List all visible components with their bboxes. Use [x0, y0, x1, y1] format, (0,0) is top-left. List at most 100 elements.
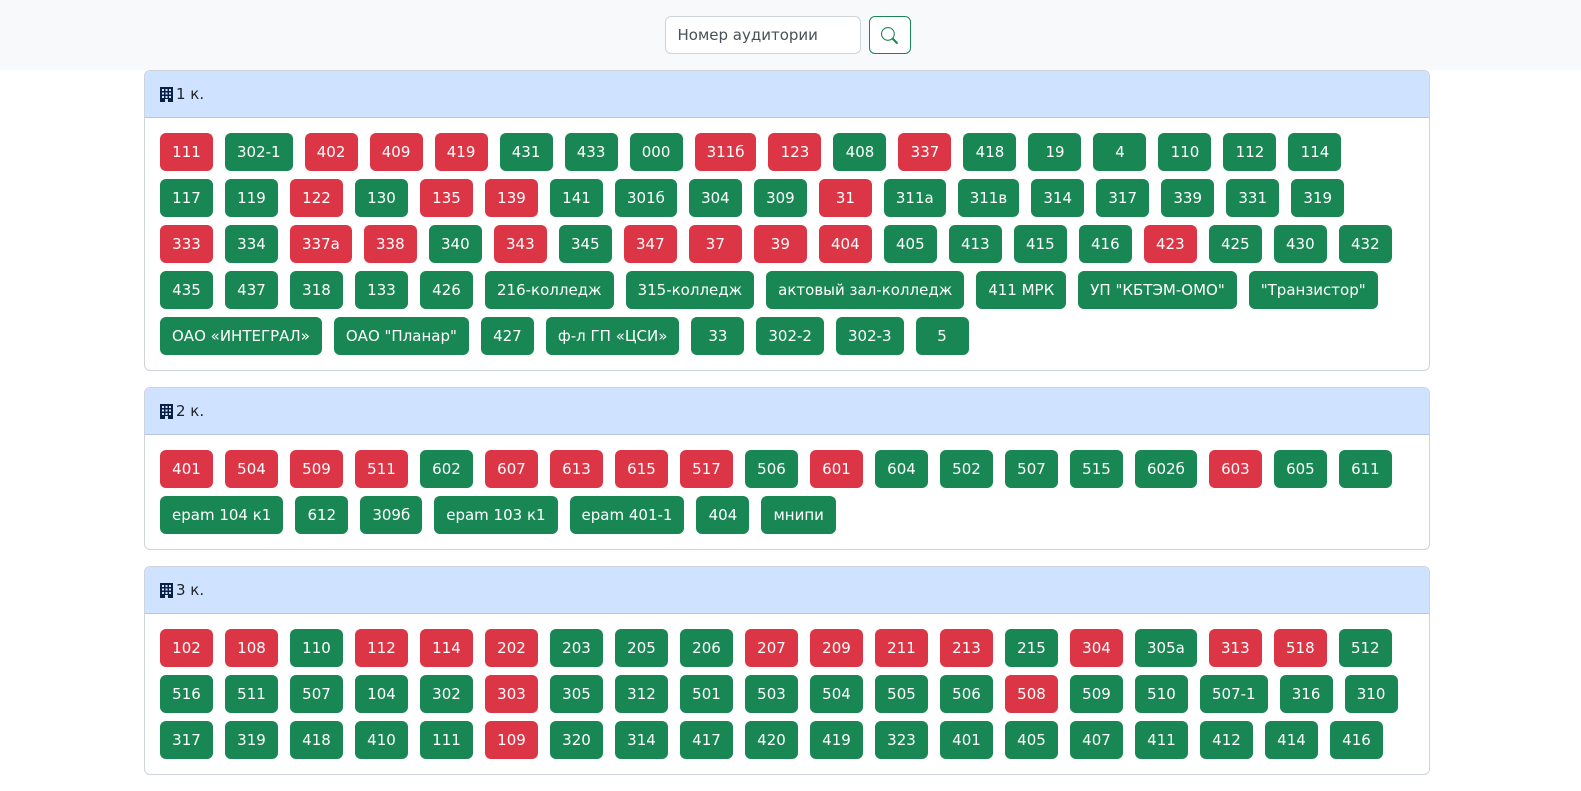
room-button[interactable]: 310: [1344, 675, 1398, 713]
room-button[interactable]: 311б: [694, 133, 757, 171]
room-button[interactable]: 109: [485, 721, 538, 759]
room-button[interactable]: 39: [753, 225, 807, 263]
room-button[interactable]: 414: [1265, 721, 1318, 759]
room-button[interactable]: 203: [550, 629, 603, 667]
room-button[interactable]: 304: [688, 179, 742, 217]
room-button[interactable]: 407: [1070, 721, 1123, 759]
room-button[interactable]: 612: [295, 496, 349, 534]
room-button[interactable]: 305: [550, 675, 603, 713]
room-button[interactable]: 114: [420, 629, 473, 667]
room-button[interactable]: 139: [485, 179, 538, 217]
room-button[interactable]: 430: [1273, 225, 1327, 263]
room-button[interactable]: 209: [810, 629, 863, 667]
room-button[interactable]: 433: [564, 133, 618, 171]
room-button[interactable]: 213: [940, 629, 993, 667]
room-button[interactable]: актовый зал-колледж: [766, 271, 965, 309]
room-button[interactable]: 615: [615, 450, 668, 488]
room-button[interactable]: 401: [940, 721, 993, 759]
room-button[interactable]: 426: [420, 271, 473, 309]
room-button[interactable]: 141: [550, 179, 603, 217]
room-button[interactable]: epam 401-1: [569, 496, 685, 534]
room-button[interactable]: 504: [810, 675, 863, 713]
room-button[interactable]: 419: [810, 721, 863, 759]
room-button[interactable]: 417: [680, 721, 733, 759]
search-button[interactable]: [868, 16, 911, 54]
room-button[interactable]: 418: [290, 721, 343, 759]
room-button[interactable]: 102: [160, 629, 213, 667]
room-button[interactable]: 119: [225, 179, 278, 217]
room-button[interactable]: 110: [290, 629, 343, 667]
room-button[interactable]: 405: [1005, 721, 1058, 759]
room-button[interactable]: 31: [818, 179, 872, 217]
room-button[interactable]: 315-колледж: [625, 271, 755, 309]
room-button[interactable]: 419: [434, 133, 488, 171]
room-button[interactable]: 311в: [957, 179, 1020, 217]
room-button[interactable]: 509: [1070, 675, 1123, 713]
room-button[interactable]: 5: [915, 317, 969, 355]
room-button[interactable]: 305а: [1135, 629, 1197, 667]
room-button[interactable]: 431: [499, 133, 553, 171]
room-button[interactable]: 506: [745, 450, 798, 488]
room-button[interactable]: 402: [304, 133, 358, 171]
room-button[interactable]: 000: [629, 133, 683, 171]
room-button[interactable]: 333: [160, 225, 213, 263]
room-button[interactable]: 319: [225, 721, 278, 759]
room-button[interactable]: 130: [355, 179, 408, 217]
room-button[interactable]: 607: [485, 450, 538, 488]
room-button[interactable]: 320: [550, 721, 603, 759]
room-button[interactable]: 515: [1070, 450, 1123, 488]
room-button[interactable]: 508: [1005, 675, 1058, 713]
room-button[interactable]: 405: [883, 225, 937, 263]
room-button[interactable]: 104: [355, 675, 408, 713]
room-button[interactable]: 338: [363, 225, 417, 263]
room-button[interactable]: 112: [1223, 133, 1277, 171]
room-button[interactable]: 323: [875, 721, 928, 759]
room-button[interactable]: 507: [1005, 450, 1058, 488]
room-button[interactable]: 117: [160, 179, 213, 217]
room-button[interactable]: 334: [225, 225, 278, 263]
room-button[interactable]: 501: [680, 675, 733, 713]
room-button[interactable]: 337а: [290, 225, 352, 263]
room-button[interactable]: 301б: [615, 179, 677, 217]
room-button[interactable]: 207: [745, 629, 798, 667]
room-button[interactable]: 215: [1005, 629, 1058, 667]
room-button[interactable]: 613: [550, 450, 603, 488]
room-button[interactable]: 205: [615, 629, 668, 667]
room-button[interactable]: 133: [355, 271, 408, 309]
room-button[interactable]: 601: [810, 450, 863, 488]
room-button[interactable]: 511: [355, 450, 408, 488]
room-button[interactable]: 309: [753, 179, 807, 217]
room-button[interactable]: 216-колледж: [485, 271, 614, 309]
room-button[interactable]: 404: [818, 225, 872, 263]
room-button[interactable]: 111: [160, 133, 213, 171]
room-button[interactable]: 318: [290, 271, 343, 309]
room-button[interactable]: 19: [1028, 133, 1082, 171]
room-button[interactable]: 437: [225, 271, 278, 309]
room-button[interactable]: 418: [963, 133, 1017, 171]
room-button[interactable]: 340: [428, 225, 482, 263]
room-button[interactable]: 420: [745, 721, 798, 759]
room-button[interactable]: 413: [948, 225, 1002, 263]
room-button[interactable]: 314: [615, 721, 668, 759]
room-button[interactable]: 316: [1279, 675, 1333, 713]
room-button[interactable]: 503: [745, 675, 798, 713]
room-button[interactable]: 502: [940, 450, 993, 488]
room-button[interactable]: 410: [355, 721, 408, 759]
room-button[interactable]: 411 МРК: [976, 271, 1067, 309]
room-button[interactable]: "Транзистор": [1248, 271, 1378, 309]
room-button[interactable]: 347: [623, 225, 677, 263]
room-button[interactable]: 302-2: [756, 317, 824, 355]
room-button[interactable]: 33: [691, 317, 745, 355]
room-button[interactable]: 517: [680, 450, 733, 488]
room-button[interactable]: УП "КБТЭМ-ОМО": [1078, 271, 1237, 309]
room-button[interactable]: 416: [1330, 721, 1383, 759]
room-button[interactable]: ф-л ГП «ЦСИ»: [545, 317, 680, 355]
room-button[interactable]: 432: [1338, 225, 1392, 263]
room-button[interactable]: 108: [225, 629, 278, 667]
room-button[interactable]: 37: [688, 225, 742, 263]
room-button[interactable]: 110: [1158, 133, 1212, 171]
room-button[interactable]: 511: [225, 675, 278, 713]
room-button[interactable]: 339: [1161, 179, 1215, 217]
room-button[interactable]: 314: [1031, 179, 1085, 217]
room-button[interactable]: 114: [1288, 133, 1342, 171]
